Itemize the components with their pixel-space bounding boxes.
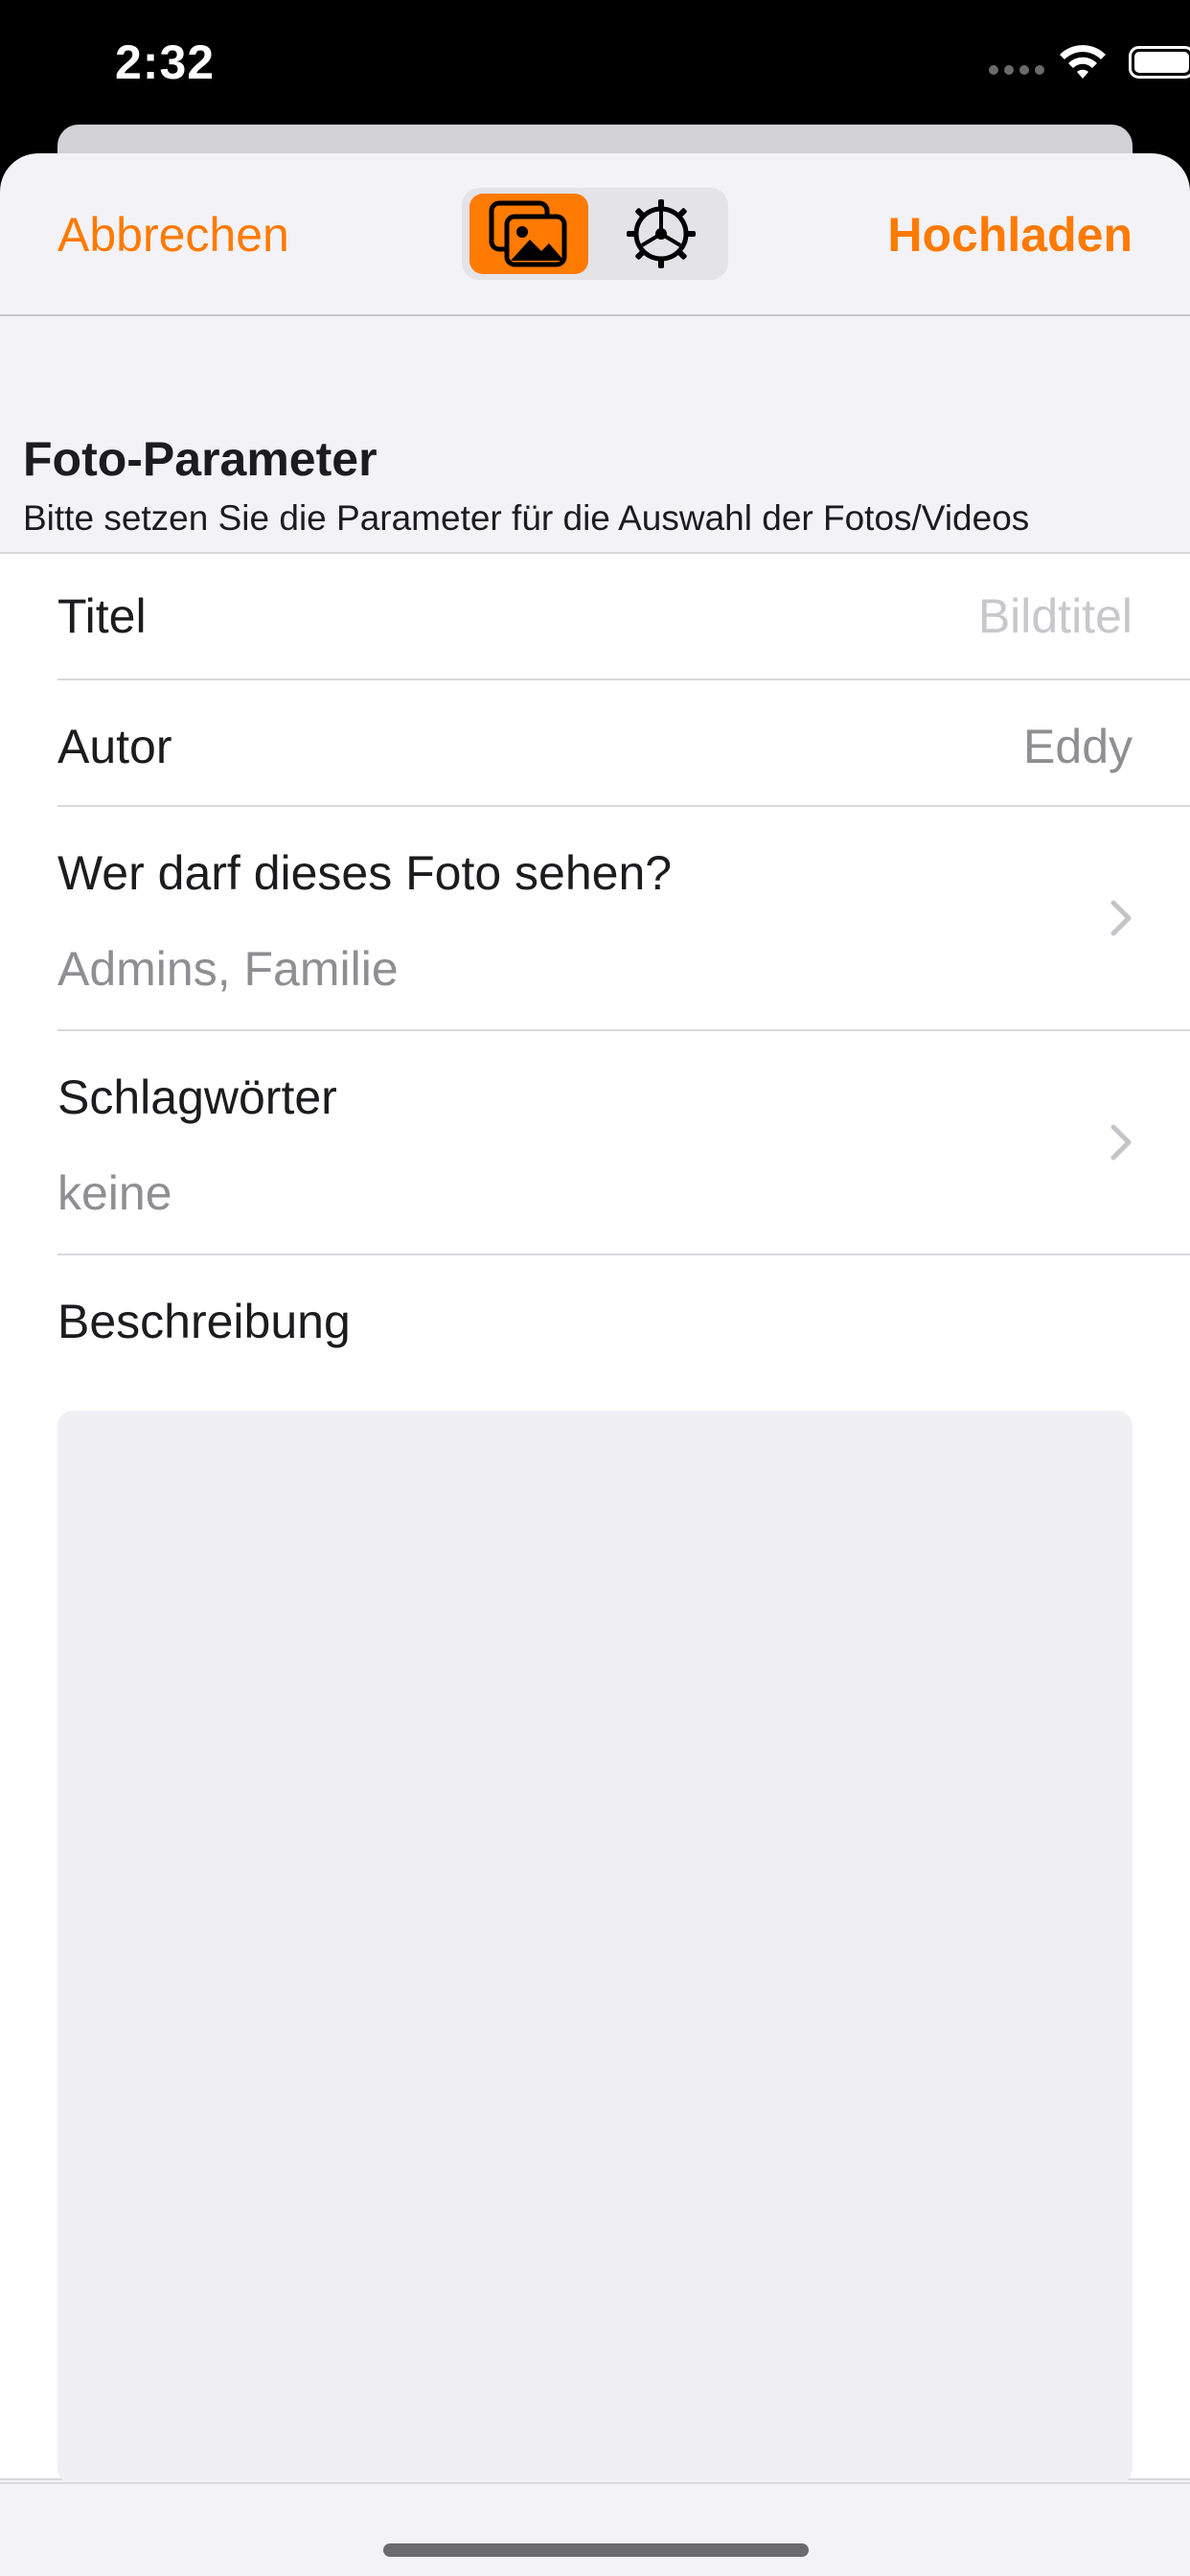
section-subtitle: Bitte setzen Sie die Parameter für die A…: [23, 498, 1030, 538]
parameter-form: Titel Bildtitel Autor Eddy Wer darf dies…: [0, 552, 1190, 2484]
gear-icon: [627, 199, 696, 268]
tags-row[interactable]: Schlagwörter keine: [57, 1031, 1190, 1255]
photos-icon: [489, 200, 567, 267]
upload-sheet: Abbrechen Hochladen Foto-Parameter Bitte…: [0, 153, 1190, 2576]
description-textarea[interactable]: [57, 1411, 1133, 2484]
status-bar: 2:32: [0, 0, 1190, 125]
wifi-icon: [1060, 45, 1106, 79]
privacy-row[interactable]: Wer darf dieses Foto sehen? Admins, Fami…: [57, 807, 1190, 1031]
tags-value: keine: [57, 1166, 172, 1220]
section-header: Foto-Parameter Bitte setzen Sie die Para…: [23, 431, 1173, 539]
navigation-bar: Abbrechen Hochladen: [0, 153, 1190, 316]
mode-segmented-control: [462, 188, 728, 280]
upload-button[interactable]: Hochladen: [887, 207, 1133, 263]
title-row[interactable]: Titel Bildtitel: [57, 554, 1190, 680]
privacy-value: Admins, Familie: [57, 942, 399, 996]
bottom-bar: [0, 2482, 1190, 2576]
description-label: Beschreibung: [57, 1295, 351, 1348]
privacy-label: Wer darf dieses Foto sehen?: [57, 846, 673, 900]
cancel-button[interactable]: Abbrechen: [57, 207, 289, 263]
author-label: Autor: [57, 720, 172, 773]
segment-settings[interactable]: [602, 194, 721, 274]
chevron-right-icon: [1110, 900, 1132, 936]
title-input[interactable]: Bildtitel: [978, 588, 1133, 644]
author-value[interactable]: Eddy: [1023, 719, 1133, 774]
section-title: Foto-Parameter: [23, 432, 378, 486]
chevron-right-icon: [1110, 1124, 1132, 1161]
battery-icon: [1129, 46, 1190, 79]
cellular-icon: [989, 65, 1046, 75]
status-time: 2:32: [115, 35, 216, 89]
tags-label: Schlagwörter: [57, 1070, 337, 1124]
author-row[interactable]: Autor Eddy: [57, 680, 1190, 807]
title-label: Titel: [57, 589, 147, 643]
home-indicator[interactable]: [383, 2543, 809, 2557]
segment-photos[interactable]: [469, 194, 588, 274]
